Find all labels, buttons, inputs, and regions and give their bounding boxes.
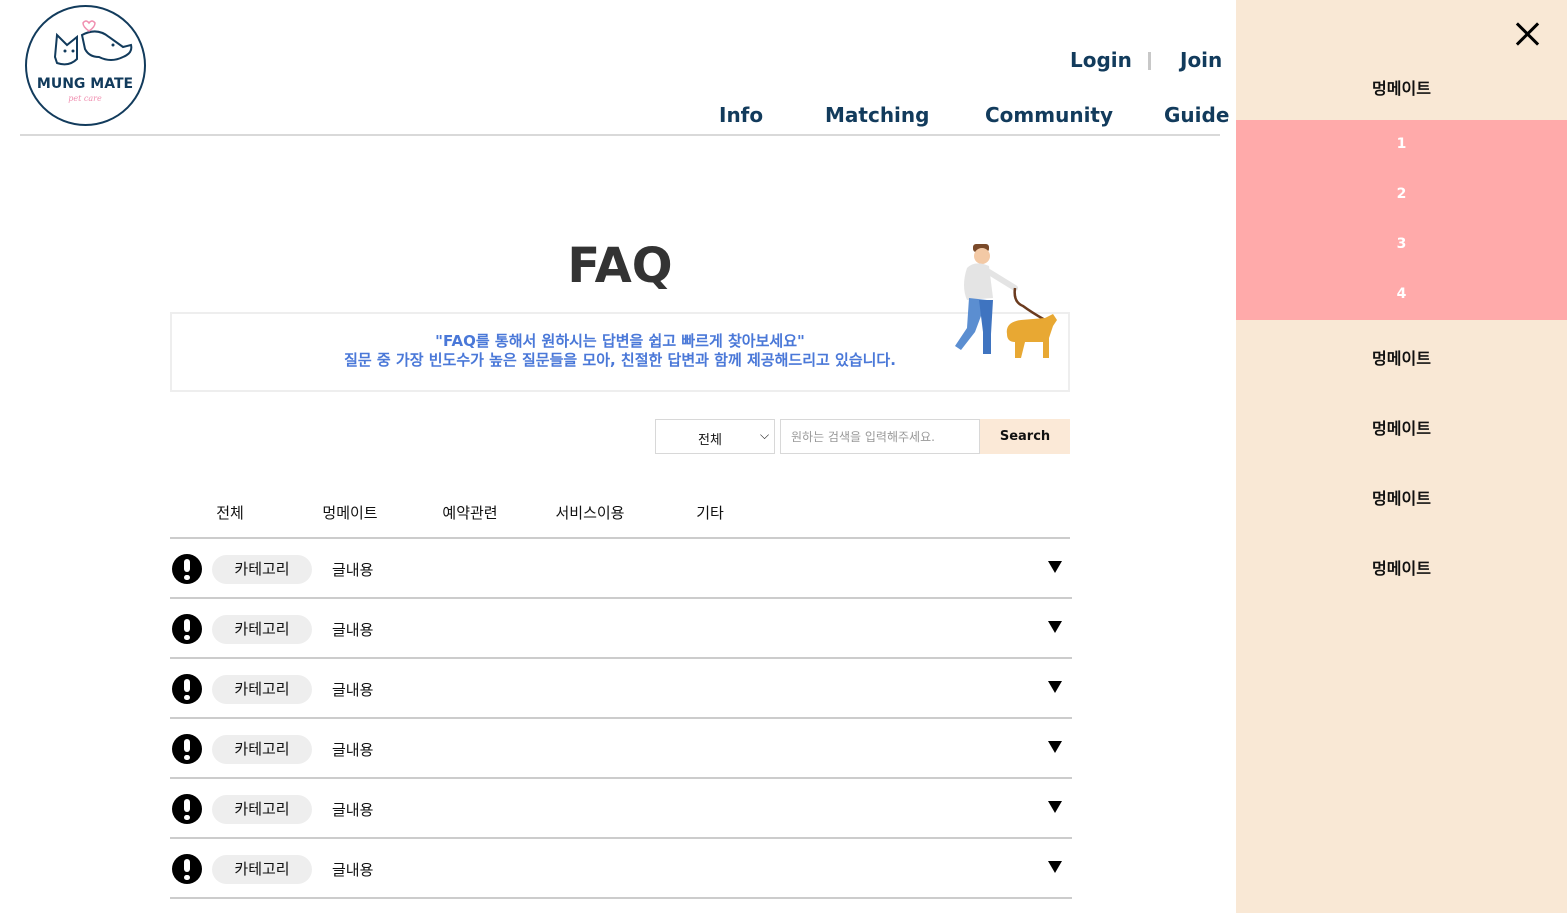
expand-arrow-icon[interactable] [1048,801,1062,813]
exclamation-icon [172,794,202,824]
submenu-item-3[interactable]: 3 [1236,236,1567,252]
tab-reservation[interactable]: 예약관련 [410,502,530,523]
faq-question: 글내용 [332,801,374,819]
faq-intro-box: "FAQ를 통해서 원하시는 답변을 쉽고 빠르게 찾아보세요" 질문 중 가장… [170,312,1070,392]
exclamation-icon [172,674,202,704]
side-menu-panel: 멍메이트 1 2 3 4 멍메이트 멍메이트 멍메이트 멍메이트 [1236,0,1567,913]
link-divider [1148,52,1151,70]
join-link[interactable]: Join [1180,48,1222,72]
faq-row[interactable]: 카테고리 글내용 [170,539,1072,599]
nav-matching[interactable]: Matching [825,103,929,127]
account-links: Login Join [1000,48,1222,78]
logo-subtext: pet care [68,94,102,103]
faq-list: 카테고리 글내용 카테고리 글내용 카테고리 글내용 카테고리 글내용 카테고리… [170,539,1072,899]
category-select[interactable]: 전체 ⌵ [655,419,775,454]
logo-text: MUNG MATE [37,76,133,92]
faq-row[interactable]: 카테고리 글내용 [170,659,1072,719]
category-badge: 카테고리 [212,735,312,764]
tab-etc[interactable]: 기타 [650,502,770,523]
category-select-value: 전체 [698,433,722,448]
submenu-item-4[interactable]: 4 [1236,286,1567,302]
expand-arrow-icon[interactable] [1048,681,1062,693]
side-menu-item[interactable]: 멍메이트 [1236,485,1567,509]
exclamation-icon [172,734,202,764]
tab-all[interactable]: 전체 [170,502,290,523]
category-badge: 카테고리 [212,615,312,644]
nav-info[interactable]: Info [719,103,763,127]
nav-community[interactable]: Community [985,103,1113,127]
submenu-item-2[interactable]: 2 [1236,186,1567,202]
expand-arrow-icon[interactable] [1048,561,1062,573]
side-menu-item[interactable]: 멍메이트 [1236,75,1567,99]
expand-arrow-icon[interactable] [1048,621,1062,633]
mung-mate-logo[interactable]: MUNG MATE pet care [25,5,146,126]
expand-arrow-icon[interactable] [1048,741,1062,753]
category-badge: 카테고리 [212,675,312,704]
category-badge: 카테고리 [212,855,312,884]
search-button[interactable]: Search [980,419,1070,454]
side-submenu: 1 2 3 4 [1236,120,1567,320]
faq-row[interactable]: 카테고리 글내용 [170,779,1072,839]
faq-question: 글내용 [332,861,374,879]
tab-service[interactable]: 서비스이용 [530,502,650,523]
side-menu-item[interactable]: 멍메이트 [1236,555,1567,579]
side-menu-item[interactable]: 멍메이트 [1236,415,1567,439]
expand-arrow-icon[interactable] [1048,861,1062,873]
close-icon[interactable] [1514,20,1542,48]
exclamation-icon [172,854,202,884]
faq-row[interactable]: 카테고리 글내용 [170,839,1072,899]
exclamation-icon [172,614,202,644]
dog-walker-illustration [955,244,1057,358]
faq-row[interactable]: 카테고리 글내용 [170,719,1072,779]
faq-question: 글내용 [332,681,374,699]
faq-question: 글내용 [332,561,374,579]
nav-guide[interactable]: Guide [1164,103,1229,127]
side-menu-item[interactable]: 멍메이트 [1236,345,1567,369]
exclamation-icon [172,554,202,584]
chevron-down-icon: ⌵ [760,428,770,442]
intro-line-1: "FAQ를 통해서 원하시는 답변을 쉽고 빠르게 찾아보세요" [435,332,805,350]
faq-question: 글내용 [332,621,374,639]
faq-row[interactable]: 카테고리 글내용 [170,599,1072,659]
intro-line-2: 질문 중 가장 빈도수가 높은 질문들을 모아, 친절한 답변과 함께 제공해드… [344,351,896,369]
header-divider [20,134,1220,136]
login-link[interactable]: Login [1070,48,1132,72]
tab-mungmate[interactable]: 멍메이트 [290,502,410,523]
category-badge: 카테고리 [212,795,312,824]
search-input[interactable] [780,419,980,454]
page-title: FAQ [567,238,673,294]
category-badge: 카테고리 [212,555,312,584]
faq-question: 글내용 [332,741,374,759]
submenu-item-1[interactable]: 1 [1236,136,1567,152]
